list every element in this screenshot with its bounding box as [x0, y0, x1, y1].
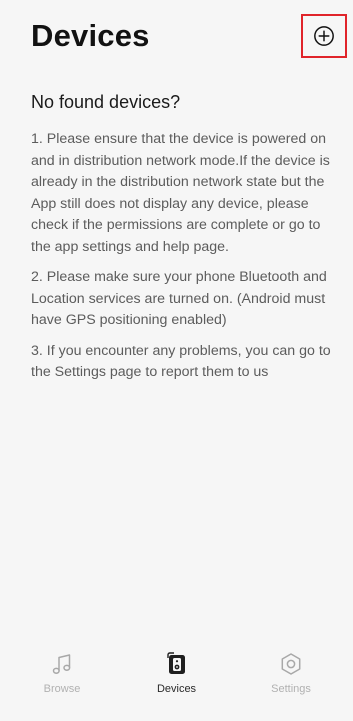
- tip-text: 2. Please make sure your phone Bluetooth…: [31, 269, 327, 328]
- devices-screen: Devices No found devices? 1. Please ensu…: [0, 0, 353, 721]
- nav-item-browse[interactable]: Browse: [12, 625, 112, 721]
- speaker-icon: [164, 651, 190, 677]
- page-title: Devices: [31, 18, 150, 53]
- add-device-button[interactable]: [301, 14, 347, 58]
- nav-label: Devices: [156, 683, 197, 695]
- tip-text: 3. If you encounter any problems, you ca…: [31, 342, 331, 381]
- add-circle-icon: [313, 25, 335, 47]
- nav-item-settings[interactable]: Settings: [241, 625, 341, 721]
- music-note-icon: [49, 651, 75, 677]
- tip-text: 1. Please ensure that the device is powe…: [31, 131, 330, 255]
- nav-label: Settings: [271, 683, 311, 695]
- empty-state-title: No found devices?: [31, 92, 181, 112]
- empty-state: No found devices? 1. Please ensure that …: [31, 92, 343, 393]
- header: Devices: [0, 0, 353, 70]
- bottom-nav: Browse Devices Settings: [0, 625, 353, 721]
- nav-item-devices[interactable]: Devices: [127, 625, 227, 721]
- gear-icon: [278, 651, 304, 677]
- nav-label: Browse: [43, 683, 81, 695]
